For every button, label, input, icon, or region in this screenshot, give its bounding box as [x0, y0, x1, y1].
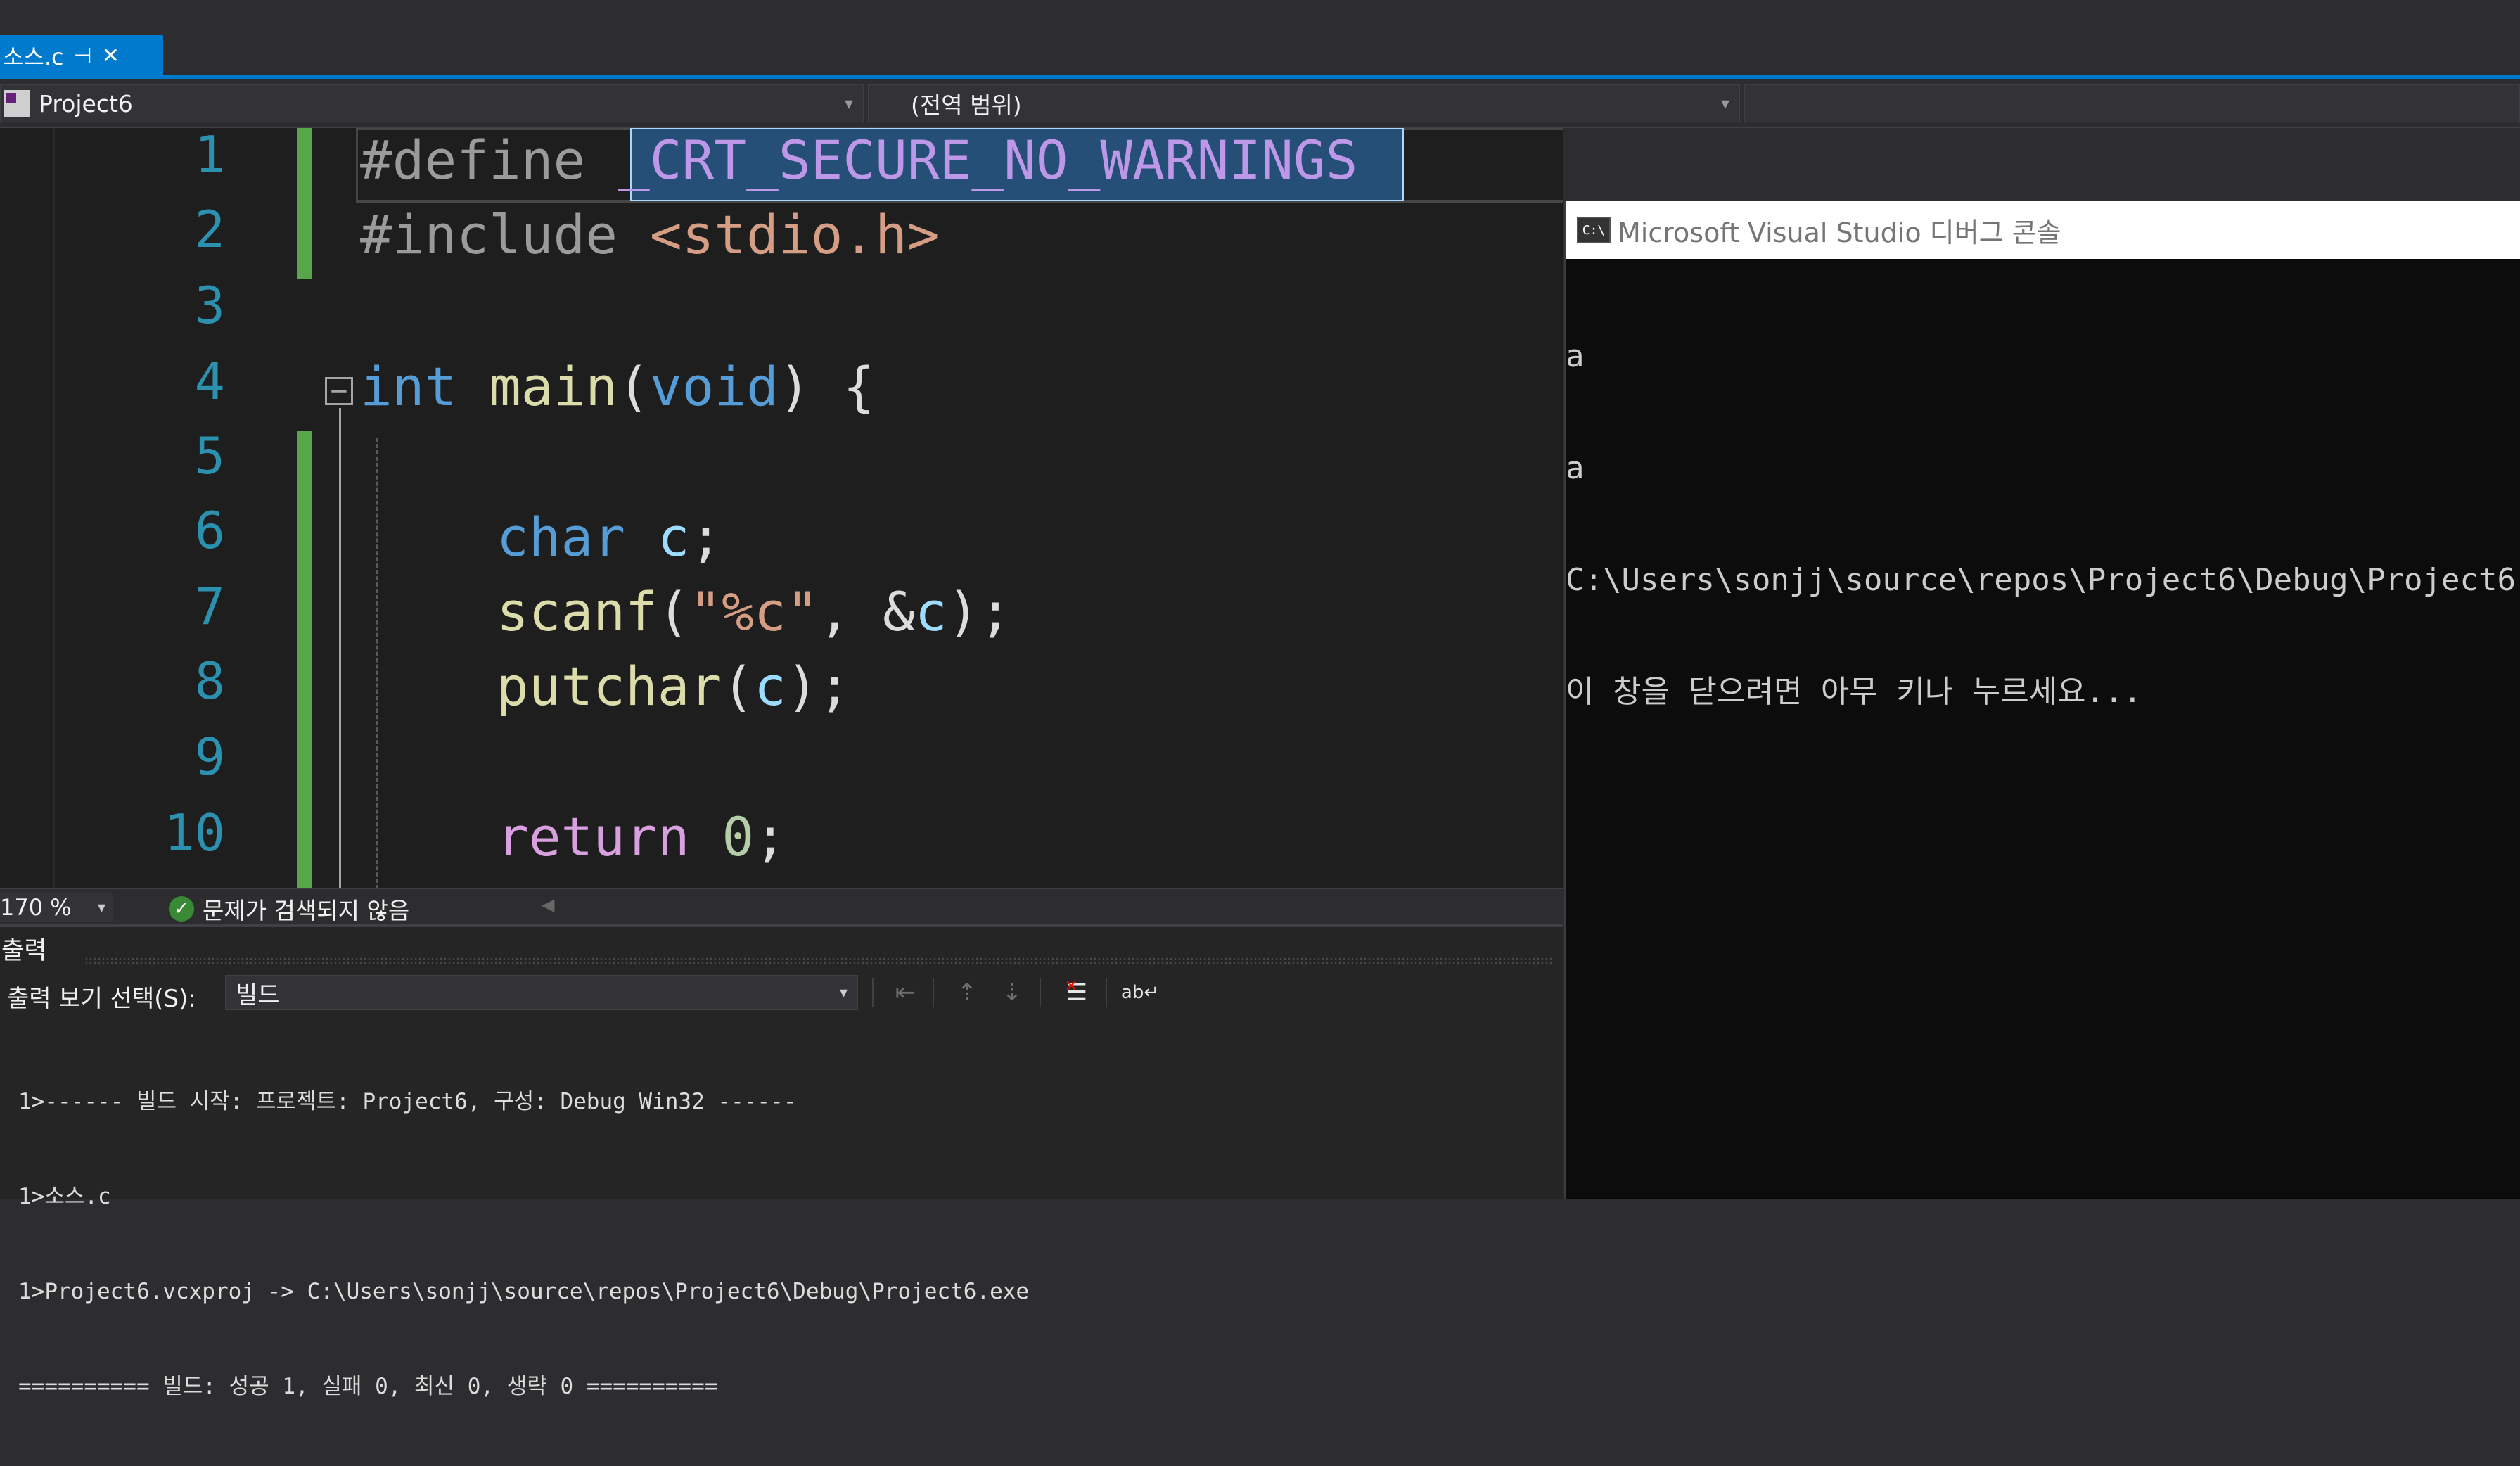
zoom-level: 170 %	[0, 894, 72, 921]
change-indicator	[297, 128, 312, 279]
issues-label: 문제가 검색되지 않음	[203, 897, 410, 924]
clear-all-icon[interactable]: ✕ ☰	[1059, 976, 1094, 1009]
line-number: 1	[194, 128, 225, 184]
panel-grip[interactable]	[84, 957, 1554, 964]
console-title: Microsoft Visual Studio 디버그 콘솔	[1618, 217, 2061, 248]
scope-dropdown[interactable]: (전역 범위) ▾	[868, 84, 1740, 122]
title-strip	[0, 0, 2520, 35]
console-titlebar[interactable]: C:\ Microsoft Visual Studio 디버그 콘솔	[1566, 201, 2520, 259]
toolbar-separator	[1040, 978, 1041, 1007]
code-line-2: #include <stdio.h>	[360, 203, 940, 266]
go-to-location-icon[interactable]: ⇤	[888, 976, 923, 1009]
close-icon[interactable]: ✕	[102, 44, 120, 68]
tab-label: 소스.c	[3, 44, 64, 70]
output-line: ========== 빌드: 성공 1, 실패 0, 최신 0, 생략 0 ==…	[18, 1374, 718, 1399]
indent-guide	[376, 438, 378, 888]
line-number: 8	[194, 651, 225, 710]
line-number: 4	[194, 352, 225, 411]
word-wrap-icon[interactable]: ab↵	[1121, 976, 1159, 1009]
indicator-margin	[0, 128, 55, 888]
output-text: 1>------ 빌드 시작: 프로젝트: Project6, 구성: Debu…	[18, 1023, 1029, 1466]
output-line: 1>소스.c	[18, 1184, 111, 1209]
line-number: 2	[194, 200, 225, 259]
show-output-label: 출력 보기 선택(S):	[7, 985, 196, 1013]
chevron-down-icon: ▾	[1720, 94, 1729, 113]
project-name: Project6	[39, 89, 133, 117]
output-source-dropdown[interactable]: 빌드 ▾	[225, 975, 858, 1010]
output-panel: 출력 출력 보기 선택(S): 빌드 ▾ ⇤ ⇡ ⇣ ✕ ☰ ab↵ 1>----…	[0, 924, 1563, 1399]
zoom-dropdown[interactable]: 170 % ▾	[0, 893, 113, 922]
chevron-down-icon: ▾	[839, 983, 848, 1002]
output-line: 1>------ 빌드 시작: 프로젝트: Project6, 구성: Debu…	[18, 1089, 797, 1114]
console-app-icon: C:\	[1577, 217, 1611, 243]
next-message-icon[interactable]: ⇣	[994, 976, 1030, 1009]
code-line-4: int main(void) {	[360, 355, 876, 418]
console-line: C:\Users\sonjj\source\repos\Project6\Deb…	[1566, 562, 2516, 598]
console-line: 이 창을 닫으려면 아무 키나 누르세요...	[1566, 674, 2142, 710]
toolbar-separator	[872, 978, 874, 1007]
line-number: 5	[194, 426, 225, 485]
code-line-7: scanf("%c", &c);	[497, 580, 1012, 643]
toolbar-separator	[1106, 978, 1107, 1007]
collapse-icon[interactable]: −	[325, 377, 353, 405]
pin-icon[interactable]: ⊣	[74, 44, 92, 68]
chevron-down-icon: ▾	[844, 94, 853, 113]
code-line-8: putchar(c);	[497, 655, 851, 718]
scroll-left-icon[interactable]: ◀	[542, 895, 554, 914]
line-number: 3	[194, 276, 225, 335]
output-source-value: 빌드	[236, 981, 280, 1009]
code-line-1: #define _CRT_SECURE_NO_WARNINGS	[360, 129, 1358, 191]
previous-message-icon[interactable]: ⇡	[949, 976, 985, 1009]
editor-status-bar: 170 % ▾ ✓ 문제가 검색되지 않음 ◀	[0, 888, 1563, 924]
line-number: 7	[194, 577, 225, 636]
code-editor[interactable]: 1 2 3 4 5 6 7 8 9 10 − #define _CRT_SECU…	[0, 128, 1563, 888]
member-dropdown[interactable]	[1744, 84, 2520, 122]
output-title: 출력	[1, 936, 47, 965]
scope-label: (전역 범위)	[911, 91, 1022, 119]
console-line: a	[1566, 450, 1585, 486]
issues-indicator[interactable]: ✓ 문제가 검색되지 않음	[169, 892, 409, 926]
output-toolbar: 출력 보기 선택(S): 빌드 ▾ ⇤ ⇡ ⇣ ✕ ☰ ab↵	[0, 969, 1563, 1016]
project-dropdown[interactable]: Project6 ▾	[0, 84, 864, 122]
console-output: a a C:\Users\sonjj\source\repos\Project6…	[1566, 263, 2516, 785]
code-line-6: char c;	[497, 506, 722, 568]
project-icon	[4, 90, 30, 117]
line-number: 9	[194, 727, 225, 786]
debug-console-window[interactable]: C:\ Microsoft Visual Studio 디버그 콘솔 a a C…	[1564, 201, 2520, 1199]
tab-source-file[interactable]: 소스.c ⊣ ✕	[0, 35, 163, 76]
change-indicator	[297, 431, 312, 888]
toolbar-separator	[933, 978, 934, 1007]
outline-line	[339, 408, 341, 888]
code-line-10: return 0;	[497, 805, 786, 868]
check-circle-icon: ✓	[169, 896, 194, 922]
console-line: a	[1566, 338, 1585, 374]
chevron-down-icon: ▾	[97, 898, 105, 917]
navigation-bar: Project6 ▾ (전역 범위) ▾	[0, 79, 2520, 128]
line-number: 6	[194, 501, 225, 560]
output-line: 1>Project6.vcxproj -> C:\Users\sonjj\sou…	[18, 1279, 1030, 1304]
line-number: 10	[164, 803, 225, 862]
